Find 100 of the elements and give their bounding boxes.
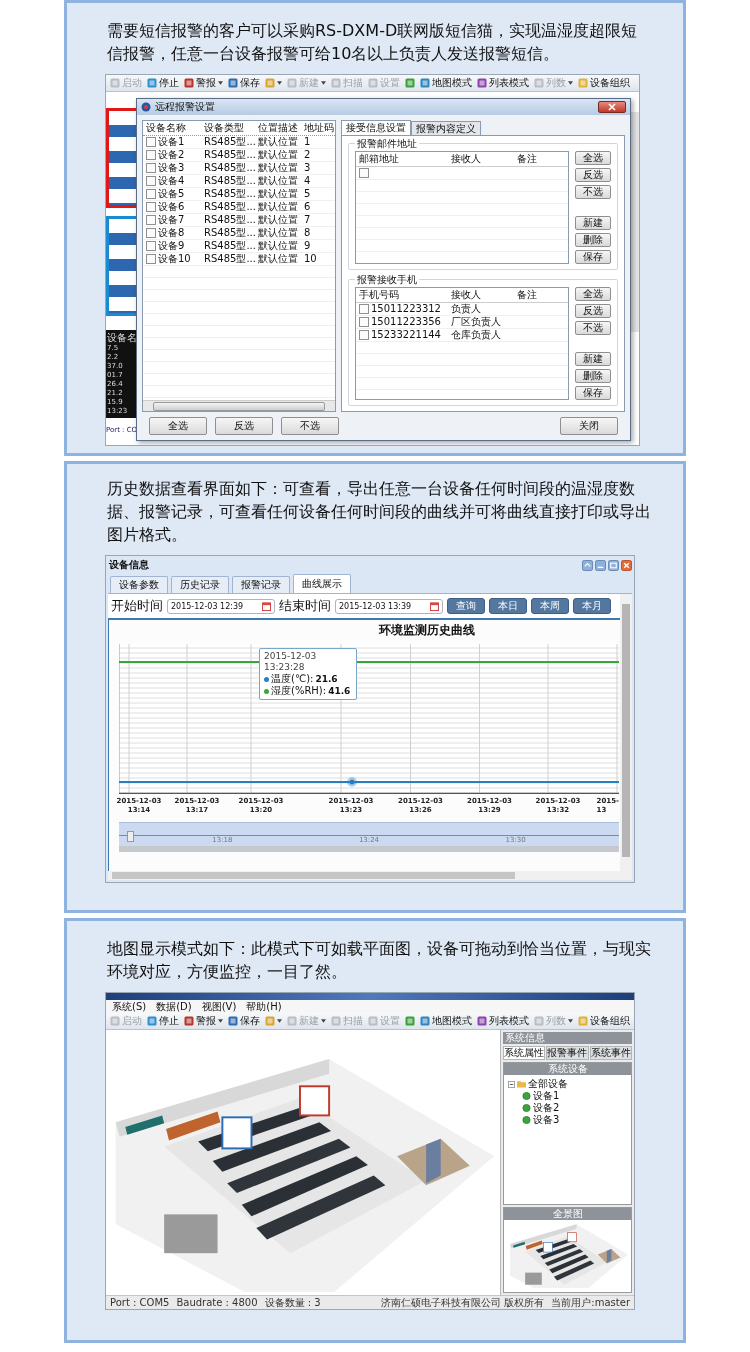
checkbox[interactable] [146,254,156,264]
menu-item[interactable]: 数据(D) [156,1000,192,1013]
table-cell-text: 默认位置 [258,136,299,148]
scrollbar[interactable] [143,400,335,411]
tab[interactable]: 设备参数 [110,576,168,593]
dialog-button[interactable]: 保存 [575,250,611,264]
column-header: 位置描述 [258,121,299,135]
dialog-button[interactable]: 保存 [575,386,611,400]
toolbar-button[interactable]: 停止 [146,76,180,90]
table-cell-text: 6 [304,201,312,213]
query-button[interactable]: 本月 [573,598,611,614]
toolbar-button[interactable]: 设备组织 [577,76,631,90]
tab[interactable]: 曲线展示 [293,574,351,593]
collapse-icon[interactable] [582,559,593,571]
close-button[interactable]: 关闭 [560,417,618,435]
dialog-button[interactable]: 新建 [575,216,611,230]
checkbox[interactable] [359,317,369,327]
table-cell: 设备7 [158,214,185,226]
checkbox[interactable] [146,189,156,199]
scrollbar[interactable] [119,846,619,852]
toolbar-icon [110,78,120,88]
toolbar-button[interactable] [264,1014,283,1028]
toolbar-button[interactable]: 列表模式 [476,76,530,90]
checkbox[interactable] [146,202,156,212]
tree-item[interactable]: 设备1 [533,1090,560,1102]
calendar-icon[interactable] [262,601,271,611]
table-cell: 15233221144 [371,329,441,341]
tab[interactable]: 历史记录 [171,576,229,593]
scrollbar[interactable] [620,594,632,880]
toolbar-button[interactable] [404,1014,416,1028]
dialog-button[interactable]: 反选 [215,417,273,435]
toolbar-button[interactable] [404,76,416,90]
collapse-icon[interactable] [508,1080,515,1088]
query-button[interactable]: 本周 [531,598,569,614]
maximize-icon[interactable] [608,559,619,571]
query-button[interactable]: 本日 [489,598,527,614]
menu-item[interactable]: 系统(S) [112,1000,147,1013]
dialog-button[interactable]: 删除 [575,369,611,383]
date-field[interactable]: 2015-12-03 13:39 [335,598,443,614]
checkbox[interactable] [146,241,156,251]
range-handle[interactable] [127,831,134,842]
tree-item[interactable]: 设备3 [533,1114,560,1126]
checkbox[interactable] [146,215,156,225]
scrollbar[interactable] [108,871,620,880]
toolbar-icon [265,1016,275,1026]
menu-item[interactable]: 帮助(H) [246,1000,282,1013]
dialog-button[interactable]: 不选 [281,417,339,435]
toolbar-button[interactable]: 警报 [183,1014,224,1028]
table-cell-text: 默认位置 [258,201,299,213]
toolbar-button[interactable] [264,76,283,90]
toolbar-button[interactable]: 设备组织 [577,1014,631,1028]
dialog-button[interactable]: 全选 [575,151,611,165]
checkbox[interactable] [146,228,156,238]
tree-item[interactable]: 全部设备 [528,1078,568,1090]
close-icon[interactable] [621,559,632,571]
toolbar-button[interactable]: 停止 [146,1014,180,1028]
dialog-button[interactable]: 不选 [575,321,611,335]
caret-icon [218,1019,223,1023]
dialog-button[interactable]: 删除 [575,233,611,247]
toolbar-button[interactable]: 保存 [227,1014,261,1028]
checkbox[interactable] [146,176,156,186]
checkbox[interactable] [359,168,369,178]
close-button[interactable] [598,101,626,113]
toolbar-button[interactable]: 列表模式 [476,1014,530,1028]
copyright-text: 济南仁硕电子科技有限公司 版权所有 [381,1296,545,1309]
toolbar-button[interactable]: 警报 [183,76,224,90]
calendar-icon[interactable] [430,601,439,611]
toolbar-button[interactable]: 地图模式 [419,76,473,90]
tab[interactable]: 系统事件 [589,1046,632,1060]
panel-title: 系统信息 [503,1032,632,1044]
checkbox[interactable] [146,163,156,173]
column-header: 接收人 [451,288,482,302]
dialog-button[interactable]: 不选 [575,185,611,199]
checkbox[interactable] [146,150,156,160]
toolbar-icon [578,1016,588,1026]
query-button[interactable]: 查询 [447,598,485,614]
table-cell-text: 默认位置 [258,188,299,200]
tab[interactable]: 系统属性 [503,1046,546,1060]
toolbar-button[interactable]: 地图模式 [419,1014,473,1028]
folder-icon [517,1080,526,1088]
toolbar-icon [331,78,341,88]
dialog-button[interactable]: 全选 [575,287,611,301]
dialog-button[interactable]: 反选 [575,168,611,182]
date-field[interactable]: 2015-12-03 12:39 [167,598,275,614]
table-cell-text: RS485型... [204,136,257,148]
minimize-icon[interactable] [595,559,606,571]
toolbar-button[interactable]: 保存 [227,76,261,90]
checkbox[interactable] [359,330,369,340]
window-title: 设备信息 [109,558,149,572]
tree-item[interactable]: 设备2 [533,1102,560,1114]
tab[interactable]: 接受信息设置 [341,120,411,135]
tab[interactable]: 报警事件 [546,1046,589,1060]
dialog-button[interactable]: 新建 [575,352,611,366]
dialog-button[interactable]: 全选 [149,417,207,435]
dialog-button[interactable]: 反选 [575,304,611,318]
checkbox[interactable] [146,137,156,147]
menu-item[interactable]: 视图(V) [201,1000,237,1013]
tab[interactable]: 报警记录 [232,576,290,593]
checkbox[interactable] [359,304,369,314]
tab[interactable]: 报警内容定义 [411,121,481,135]
